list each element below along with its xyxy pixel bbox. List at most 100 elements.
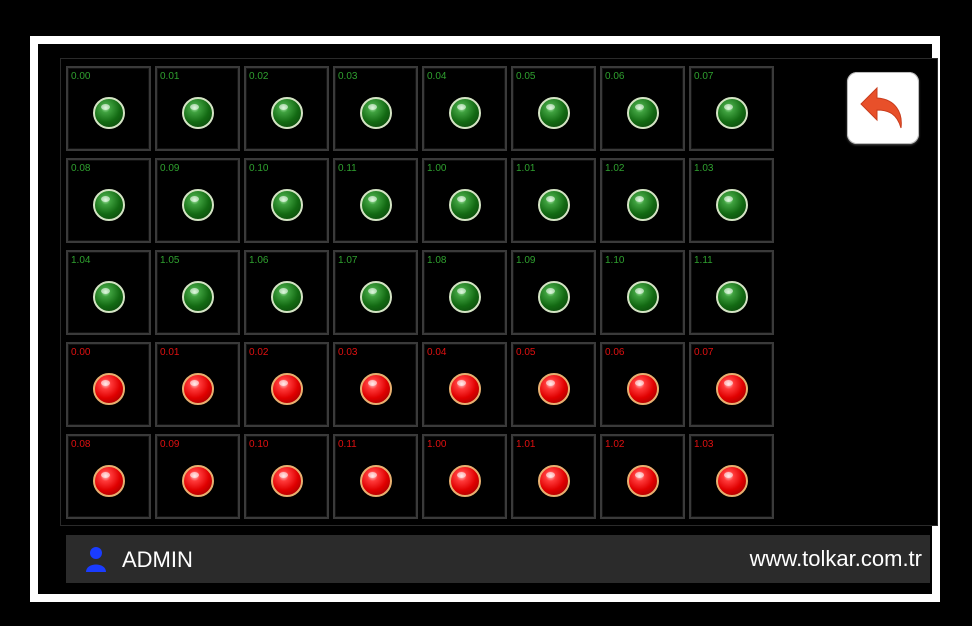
io-cell: 1.05 [155, 250, 240, 335]
undo-arrow-icon [860, 86, 902, 129]
user-name: ADMIN [122, 547, 193, 572]
io-address-label: 1.06 [249, 255, 269, 266]
io-address-label: 1.07 [338, 255, 358, 266]
status-bar: ADMIN www.tolkar.com.tr [66, 535, 930, 583]
io-cell: 1.02 [600, 434, 685, 519]
io-cell: 1.02 [600, 158, 685, 243]
io-address-label: 0.06 [605, 347, 625, 358]
green-indicator-lamp-icon [448, 189, 481, 222]
green-indicator-lamp-icon [448, 281, 481, 314]
green-indicator-lamp-icon [92, 281, 125, 314]
io-cell: 0.00 [66, 66, 151, 151]
io-cell: 0.11 [333, 434, 418, 519]
io-address-label: 0.08 [71, 439, 91, 450]
green-indicator-lamp-icon [715, 189, 748, 222]
green-indicator-lamp-icon [537, 281, 570, 314]
red-indicator-lamp-icon [92, 373, 125, 406]
io-address-label: 1.00 [427, 163, 447, 174]
green-indicator-lamp-icon [181, 189, 214, 222]
io-address-label: 0.01 [160, 347, 180, 358]
io-cell: 0.04 [422, 66, 507, 151]
io-cell: 0.06 [600, 66, 685, 151]
io-status-grid: 0.00 0.01 0.02 0.03 0.04 0.05 0.06 0.07 0.08 0.09… [66, 66, 780, 522]
io-address-label: 0.02 [249, 71, 269, 82]
io-cell: 0.05 [511, 66, 596, 151]
io-address-label: 1.08 [427, 255, 447, 266]
io-address-label: 0.08 [71, 163, 91, 174]
io-address-label: 1.00 [427, 439, 447, 450]
io-cell: 0.06 [600, 342, 685, 427]
io-cell: 1.00 [422, 158, 507, 243]
io-cell: 0.02 [244, 342, 329, 427]
red-indicator-lamp-icon [626, 465, 659, 498]
green-indicator-lamp-icon [359, 281, 392, 314]
green-indicator-lamp-icon [359, 189, 392, 222]
io-cell: 1.01 [511, 158, 596, 243]
red-indicator-lamp-icon [359, 465, 392, 498]
red-indicator-lamp-icon [715, 465, 748, 498]
io-cell: 0.01 [155, 342, 240, 427]
io-cell: 0.10 [244, 158, 329, 243]
io-address-label: 0.07 [694, 71, 714, 82]
io-address-label: 0.01 [160, 71, 180, 82]
green-indicator-lamp-icon [537, 189, 570, 222]
io-address-label: 0.09 [160, 163, 180, 174]
io-cell: 0.08 [66, 434, 151, 519]
green-indicator-lamp-icon [626, 97, 659, 130]
io-cell: 0.09 [155, 158, 240, 243]
io-address-label: 1.11 [694, 255, 713, 266]
green-indicator-lamp-icon [626, 281, 659, 314]
red-indicator-lamp-icon [181, 373, 214, 406]
io-address-label: 0.11 [338, 439, 357, 450]
io-cell: 0.01 [155, 66, 240, 151]
io-address-label: 1.01 [516, 163, 536, 174]
io-address-label: 0.03 [338, 347, 358, 358]
io-address-label: 1.05 [160, 255, 180, 266]
green-indicator-lamp-icon [181, 281, 214, 314]
io-cell: 1.09 [511, 250, 596, 335]
back-button[interactable] [847, 72, 919, 144]
io-cell: 0.09 [155, 434, 240, 519]
io-address-label: 0.04 [427, 347, 447, 358]
io-address-label: 0.05 [516, 71, 536, 82]
red-indicator-lamp-icon [270, 465, 303, 498]
red-indicator-lamp-icon [715, 373, 748, 406]
io-address-label: 0.04 [427, 71, 447, 82]
io-cell: 0.03 [333, 342, 418, 427]
red-indicator-lamp-icon [181, 465, 214, 498]
green-indicator-lamp-icon [715, 281, 748, 314]
io-address-label: 0.10 [249, 163, 269, 174]
red-indicator-lamp-icon [537, 373, 570, 406]
io-cell: 1.01 [511, 434, 596, 519]
red-indicator-lamp-icon [448, 373, 481, 406]
io-address-label: 1.03 [694, 439, 714, 450]
red-indicator-lamp-icon [92, 465, 125, 498]
io-address-label: 0.11 [338, 163, 357, 174]
io-cell: 0.11 [333, 158, 418, 243]
io-address-label: 0.06 [605, 71, 625, 82]
io-address-label: 0.09 [160, 439, 180, 450]
green-indicator-lamp-icon [92, 189, 125, 222]
green-indicator-lamp-icon [715, 97, 748, 130]
io-address-label: 1.03 [694, 163, 714, 174]
io-cell: 1.03 [689, 158, 774, 243]
io-cell: 0.04 [422, 342, 507, 427]
io-address-label: 0.07 [694, 347, 714, 358]
red-indicator-lamp-icon [626, 373, 659, 406]
green-indicator-lamp-icon [448, 97, 481, 130]
website-url: www.tolkar.com.tr [749, 546, 922, 571]
green-indicator-lamp-icon [270, 97, 303, 130]
io-cell: 1.04 [66, 250, 151, 335]
io-address-label: 1.01 [516, 439, 536, 450]
io-address-label: 0.00 [71, 71, 91, 82]
io-cell: 1.07 [333, 250, 418, 335]
io-cell: 0.05 [511, 342, 596, 427]
red-indicator-lamp-icon [537, 465, 570, 498]
green-indicator-lamp-icon [92, 97, 125, 130]
io-cell: 1.06 [244, 250, 329, 335]
io-cell: 0.07 [689, 66, 774, 151]
user-icon [86, 547, 106, 572]
io-address-label: 0.03 [338, 71, 358, 82]
io-cell: 0.08 [66, 158, 151, 243]
io-address-label: 0.05 [516, 347, 536, 358]
